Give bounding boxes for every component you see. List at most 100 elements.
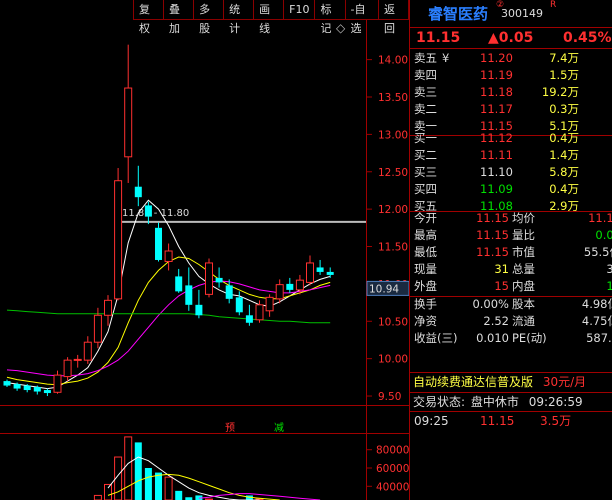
fundamental-label: 净资: [414, 313, 437, 328]
y-tick-label: 10.00: [378, 354, 408, 366]
candle: [295, 279, 304, 291]
stock-r-mark: R: [550, 0, 557, 10]
kline-chart-area[interactable]: 14.0013.5013.0012.5012.0011.5011.0010.50…: [0, 0, 410, 500]
remove-watchlist-button[interactable]: -自选: [345, 0, 379, 35]
y-tick-label: 9.50: [378, 391, 401, 403]
fundamental-value: 0.010: [476, 330, 509, 345]
stat-value: 11.15: [476, 244, 509, 259]
bid-volume: 0.4万: [549, 131, 579, 145]
price-bar: 11.15 ▲0.05 0.45%: [410, 27, 612, 49]
f10-button[interactable]: F10: [284, 0, 316, 20]
overlay-button[interactable]: 叠加: [164, 0, 195, 35]
ad-price: 30元/月: [542, 375, 587, 389]
candle: [144, 205, 152, 217]
stat-row: 最高 11.15量比 0.07: [410, 227, 612, 244]
ask-volume: 1.5万: [549, 67, 579, 82]
candle: [185, 285, 193, 305]
diamond-icon: ◇: [336, 21, 346, 35]
fundamental-row: 净资 2.52流通 4.75亿: [410, 313, 612, 330]
statistics-button[interactable]: 统计: [224, 0, 255, 35]
ask-label: 卖五: [414, 51, 437, 65]
stat-value: 11.15: [476, 211, 509, 225]
bid-row[interactable]: 买二 11.11 1.4万: [410, 147, 612, 164]
volume-ma-line: [107, 473, 280, 500]
multi-stock-button[interactable]: 多股: [194, 0, 225, 35]
kline-chart[interactable]: 14.0013.5013.0012.5012.0011.5011.0010.50…: [0, 0, 409, 500]
bid-label: 买三: [414, 164, 437, 179]
candle: [326, 271, 334, 275]
candle: [255, 304, 264, 321]
candle: [3, 381, 11, 386]
fundamentals-table: 换手 0.00%股本 4.98亿净资 2.52流通 4.75亿收益(三) 0.010PE(…: [410, 296, 612, 347]
candle: [195, 304, 203, 316]
fundamental-label: 收益(三): [414, 330, 458, 345]
candle: [316, 267, 324, 272]
ask-row[interactable]: 卖二 11.17 0.3万: [410, 101, 612, 118]
stat-value: 15: [494, 278, 509, 293]
subscription-ad[interactable]: 自动续费通达信普及版 30元/月: [410, 373, 612, 392]
tick-time: 09:25: [414, 414, 449, 428]
ask-row[interactable]: 卖三 11.18 19.2万: [410, 84, 612, 101]
bid-price: 11.11: [480, 147, 513, 162]
fundamental-label: 换手: [414, 297, 437, 311]
stock-header: 睿智医药 ② 300149 R: [410, 0, 612, 26]
mark-button[interactable]: 标记: [315, 0, 346, 35]
candle: [23, 385, 31, 391]
y-tick-label: 12.00: [378, 204, 408, 216]
candle: [155, 227, 162, 260]
fundamental-label: 股本: [512, 297, 535, 311]
ask-price: 11.18: [480, 84, 513, 99]
candle: [245, 315, 253, 323]
fundamental-value: 0.00%: [472, 297, 509, 311]
y-tick-label: 13.50: [378, 92, 408, 104]
ask-volume: 7.4万: [549, 51, 579, 65]
bid-label: 买二: [414, 147, 437, 162]
stat-label: 最高: [414, 227, 437, 242]
stat-label: 最低: [414, 244, 437, 259]
ask-label: 卖三: [414, 84, 437, 99]
ask-row[interactable]: 卖五 ¥11.20 7.4万: [410, 50, 612, 67]
y-tick-label: 12.50: [378, 167, 408, 179]
candle: [124, 87, 133, 158]
ask-volume: 0.3万: [549, 101, 579, 116]
trading-status: 交易状态: 盘中休市 09:26:59: [410, 393, 612, 411]
bid-volume: 5.8万: [549, 164, 579, 179]
bid-row[interactable]: 买四 11.09 0.4万: [410, 181, 612, 198]
current-price-tag: 10.94: [369, 283, 399, 295]
candle: [83, 341, 92, 361]
y-tick-label: 10.50: [378, 316, 408, 328]
bid-row[interactable]: 买一 11.12 0.4万: [410, 130, 612, 147]
bid-row[interactable]: 买三 11.10 5.8万: [410, 164, 612, 181]
ask-row[interactable]: 卖四 11.19 1.5万: [410, 67, 612, 84]
bid-price: 11.10: [480, 164, 513, 179]
stat-label: 今开: [414, 211, 437, 225]
volume-bar: [175, 490, 183, 500]
tick-row: 09:25 11.15 3.5万: [410, 412, 612, 430]
back-button[interactable]: 返回: [378, 0, 410, 35]
stock-name[interactable]: 睿智医药: [428, 3, 488, 24]
volume-bar: [104, 483, 112, 500]
candle: [164, 250, 173, 262]
candle: [53, 374, 62, 393]
fundamental-label: PE(动): [512, 330, 547, 345]
bid-price: 11.12: [480, 131, 513, 145]
volume-bar: [155, 472, 162, 500]
stock-code: 300149: [501, 7, 543, 20]
draw-line-button[interactable]: 画线: [254, 0, 285, 35]
price-change: ▲0.05: [488, 30, 534, 46]
candle: [114, 180, 123, 300]
stat-row: 外盘 15内盘 16: [410, 278, 612, 295]
stat-value: 0.07: [595, 227, 612, 242]
stat-value: 16: [606, 278, 612, 293]
y-tick-label: 11.50: [378, 242, 408, 254]
stat-label: 外盘: [414, 278, 437, 293]
restore-rights-button[interactable]: 复权: [133, 0, 165, 35]
candle: [306, 262, 314, 283]
ask-mark: ¥: [442, 51, 450, 65]
y-tick-label: 13.00: [378, 129, 408, 141]
ask-book: 卖五 ¥11.20 7.4万 卖四 11.19 1.5万 卖三 11.18 19.2万 卖二 11.…: [410, 50, 612, 134]
candle: [275, 284, 284, 300]
volume-bar: [93, 494, 102, 500]
bid-price: 11.09: [480, 181, 513, 196]
event-marker-reduction: 减: [274, 422, 284, 434]
